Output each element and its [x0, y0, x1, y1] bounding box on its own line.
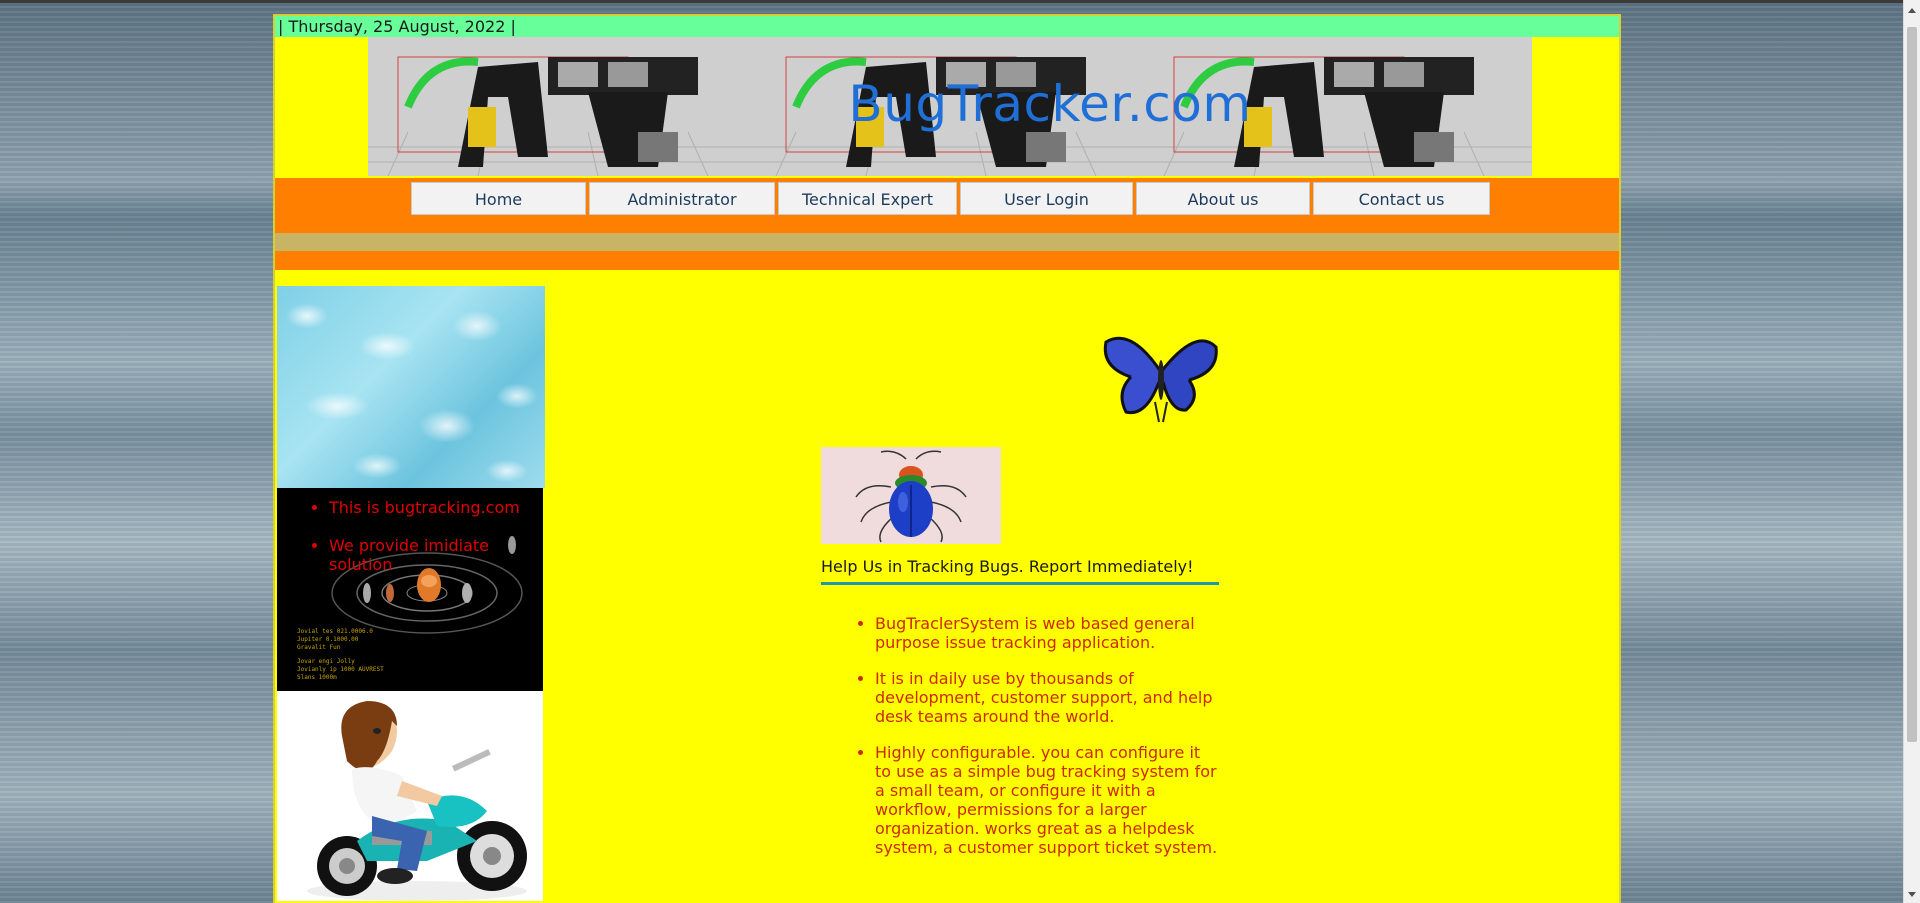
feature-list: BugTraclerSystem is web based general pu…: [821, 614, 1221, 874]
nav-user-login[interactable]: User Login: [960, 182, 1133, 215]
nav-administrator[interactable]: Administrator: [589, 182, 775, 215]
biker-image: [277, 691, 543, 901]
svg-text:Jupiter 0.1000.00: Jupiter 0.1000.00: [297, 636, 359, 643]
svg-text:Jovar engi Jolly: Jovar engi Jolly: [297, 658, 355, 665]
feature-item: BugTraclerSystem is web based general pu…: [875, 614, 1221, 652]
nav-strip: [275, 233, 1619, 251]
header-banner: BugTracker.com: [368, 37, 1532, 176]
page-container: | Thursday, 25 August, 2022 | BugTracker…: [273, 14, 1621, 903]
help-heading: Help Us in Tracking Bugs. Report Immedia…: [821, 557, 1219, 585]
nav-home[interactable]: Home: [411, 182, 586, 215]
feature-item: It is in daily use by thousands of devel…: [875, 669, 1221, 726]
butterfly-image: [1103, 336, 1218, 423]
scroll-down-icon[interactable]: [1908, 892, 1916, 897]
page-scrollbar[interactable]: [1903, 0, 1920, 903]
svg-text:Gravalit Fun: Gravalit Fun: [297, 644, 341, 651]
svg-text:Jovial tes 021.0006.0: Jovial tes 021.0006.0: [297, 628, 373, 635]
date-bar: | Thursday, 25 August, 2022 |: [275, 16, 1619, 37]
sidebar-bullets: This is bugtracking.com We provide imidi…: [277, 488, 543, 574]
left-sidebar: Jovial tes 021.0006.0 Jupiter 0.1000.00 …: [277, 286, 545, 901]
sidebar-bullet: This is bugtracking.com: [329, 498, 543, 517]
date-text: | Thursday, 25 August, 2022 |: [278, 17, 516, 36]
feature-item: Highly configurable. you can configure i…: [875, 743, 1221, 857]
nav-bar: Home Administrator Technical Expert User…: [275, 178, 1619, 251]
nav-bar-bottom: [275, 251, 1619, 270]
nav-technical-expert[interactable]: Technical Expert: [778, 182, 957, 215]
svg-text:Jovianly ip 1000 AUVREST: Jovianly ip 1000 AUVREST: [297, 666, 384, 673]
beetle-image: [821, 447, 1001, 544]
nav-about-us[interactable]: About us: [1136, 182, 1310, 215]
nav-menu: Home Administrator Technical Expert User…: [411, 182, 1490, 215]
water-image: [277, 286, 545, 488]
sidebar-bullet: We provide imidiate solution: [329, 536, 543, 574]
info-panel: Jovial tes 021.0006.0 Jupiter 0.1000.00 …: [277, 488, 543, 691]
window-top-border: [0, 0, 1920, 3]
site-title: BugTracker.com: [848, 75, 1252, 133]
nav-contact-us[interactable]: Contact us: [1313, 182, 1490, 215]
scroll-thumb[interactable]: [1907, 27, 1917, 742]
svg-text:Slans 1000m: Slans 1000m: [297, 674, 337, 681]
scroll-up-icon[interactable]: [1908, 8, 1916, 13]
